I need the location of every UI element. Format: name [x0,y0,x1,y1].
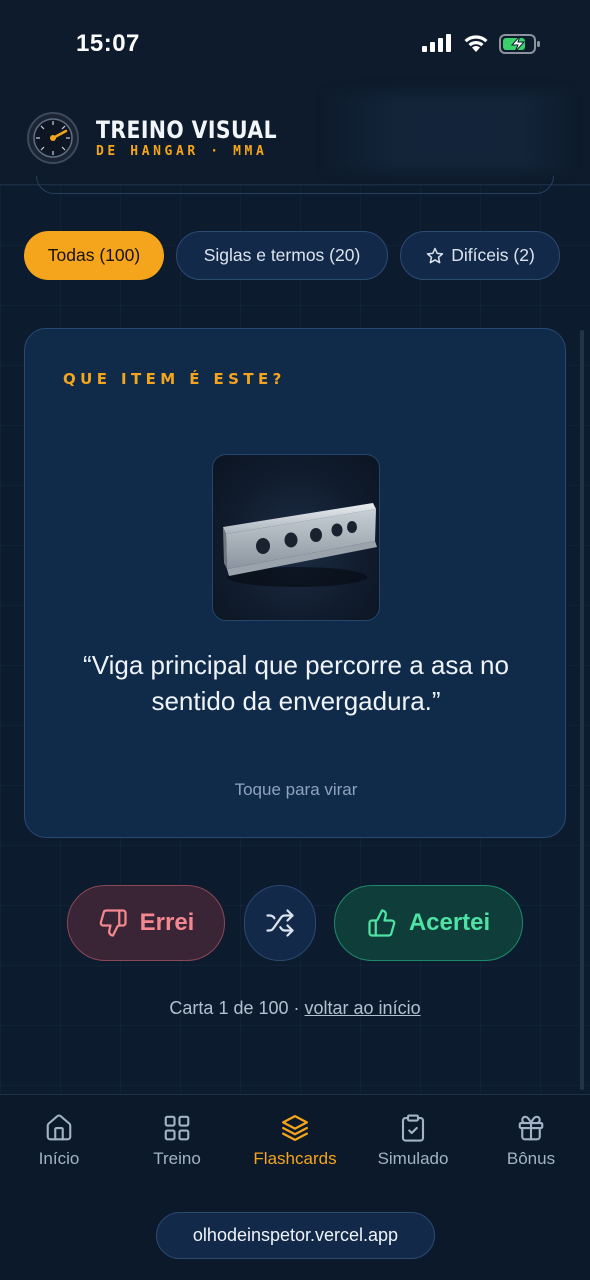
battery-charging-icon [499,34,540,54]
browser-url-bar[interactable]: olhodeinspetor.vercel.app [156,1212,435,1259]
filter-chip-difficult[interactable]: Difíceis (2) [400,231,560,280]
nav-item-inicio[interactable]: Início [0,1113,118,1169]
wrong-button[interactable]: Errei [67,885,225,961]
filter-chip-all[interactable]: Todas (100) [24,231,164,280]
thumbs-up-icon [368,909,396,937]
nav-label: Início [38,1149,80,1168]
correct-button[interactable]: Acertei [334,885,523,961]
grid-icon [164,1115,190,1141]
card-progress: Carta 1 de 100 · voltar ao início [0,998,590,1019]
card-prompt: QUE ITEM É ESTE? [63,370,286,388]
clipboard-check-icon [401,1114,425,1142]
shuffle-icon [266,909,294,937]
nav-item-treino[interactable]: Treino [118,1113,236,1169]
star-icon [426,247,444,263]
nav-item-flashcards[interactable]: Flashcards [236,1113,354,1169]
scrollbar[interactable] [580,330,584,1090]
filter-chip-label: Siglas e termos (20) [203,245,361,265]
previous-card-edge [36,176,554,194]
thumbs-down-icon [99,909,127,937]
shuffle-button[interactable] [244,885,316,961]
blurred-region [322,92,570,172]
card-flip-hint: Toque para virar [234,780,358,799]
filter-chip-label: Todas (100) [47,245,141,265]
url-text: olhodeinspetor.vercel.app [192,1225,399,1245]
wrong-button-label: Errei [139,909,195,936]
progress-text: Carta 1 de 100 · [169,998,305,1018]
nav-label: Simulado [377,1149,449,1168]
nav-label: Flashcards [253,1149,337,1168]
nav-label: Bônus [506,1149,556,1168]
back-to-start-link[interactable]: voltar ao início [305,998,421,1018]
filter-chip-label: Difíceis (2) [451,245,535,265]
bottom-navigation: Início Treino Flashcards Simulado Bônus … [0,1094,590,1280]
card-definition-text: “Viga principal que percorre a asa no se… [83,650,509,716]
flashcard[interactable]: QUE ITEM É ESTE? “Viga principal que per… [24,328,566,838]
status-bar: 15:07 [0,0,590,88]
brand-subtitle: DE HANGAR · MMA [96,144,268,159]
home-icon [46,1114,72,1141]
nav-item-simulado[interactable]: Simulado [354,1113,472,1169]
wifi-icon [464,35,488,52]
nav-label: Treino [153,1149,201,1168]
gift-icon [518,1115,544,1141]
cellular-signal-icon [422,34,451,52]
brand-title: TREINO VISUAL [96,116,277,144]
nav-item-bonus[interactable]: Bônus [472,1113,590,1169]
app-header: TREINO VISUAL DE HANGAR · MMA [0,88,590,185]
filter-chip-acronyms[interactable]: Siglas e termos (20) [176,231,388,280]
gauge-logo-icon [27,112,79,164]
layers-icon [282,1115,308,1141]
correct-button-label: Acertei [408,909,491,936]
wing-spar-image [212,454,380,621]
status-time: 15:07 [76,30,140,57]
